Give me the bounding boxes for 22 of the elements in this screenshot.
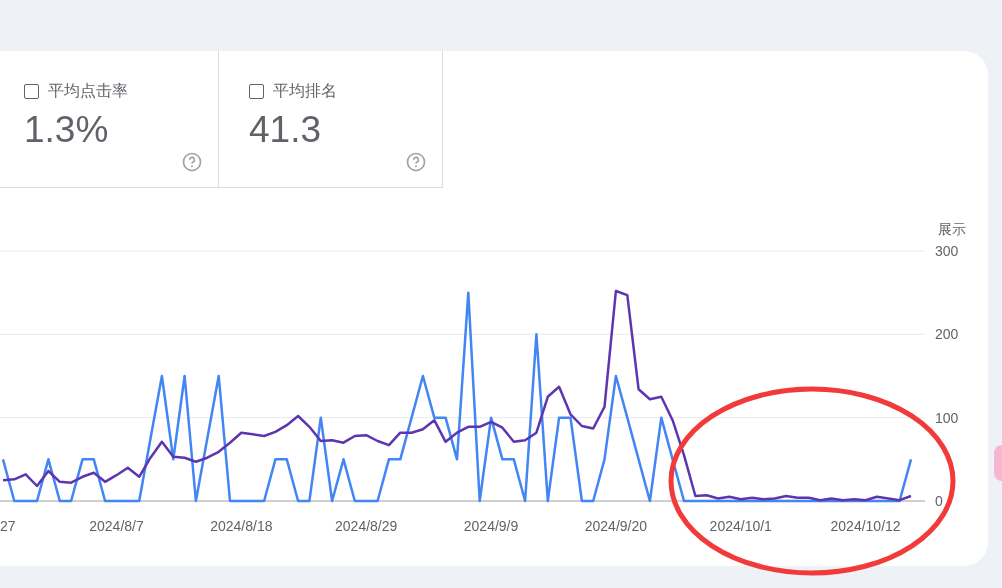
y-axis-label: 0 [935,493,943,509]
help-icon[interactable] [182,152,202,172]
x-axis-label: 2024/8/29 [335,518,398,534]
help-icon[interactable] [406,152,426,172]
metric-label: 平均排名 [273,81,337,101]
checkbox[interactable] [249,83,264,99]
x-axis-label: 2024/10/1 [709,518,772,534]
x-axis-label: 2024/8/18 [210,518,273,534]
x-axis-label: 2024/9/20 [584,518,648,534]
axis-title: 展示 [938,221,966,237]
checkbox[interactable] [24,83,39,99]
x-axis-label: 2024/8/7 [89,518,144,534]
floating-bubble[interactable] [994,445,1002,481]
x-axis-label: 27 [0,518,16,534]
x-axis-label: 2024/9/9 [463,518,519,534]
metric-label: 平均点击率 [48,81,128,101]
metric-value: 41.3 [249,110,321,150]
y-axis-label: 100 [935,409,959,426]
y-axis-label: 200 [935,326,959,343]
metric-value: 1.3% [24,110,109,150]
y-axis-label: 300 [935,243,959,259]
x-axis-label: 2024/10/12 [830,518,901,534]
